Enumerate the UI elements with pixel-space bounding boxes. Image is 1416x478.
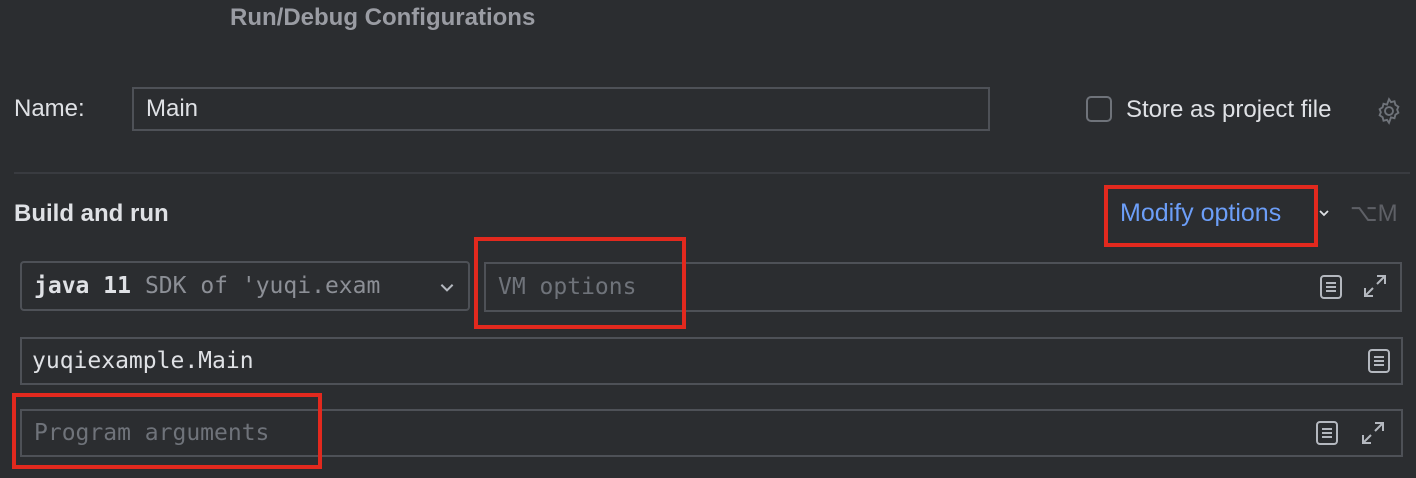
sdk-description: SDK of 'yuqi.exam	[144, 273, 381, 299]
run-debug-configurations-panel: Run/Debug Configurations Name: Store as …	[0, 0, 1416, 478]
document-icon[interactable]	[1314, 419, 1340, 447]
store-as-project-file-label[interactable]: Store as project file	[1126, 96, 1331, 124]
main-class-input[interactable]	[22, 339, 1342, 383]
document-icon[interactable]	[1366, 347, 1392, 375]
program-arguments-input[interactable]	[22, 411, 1292, 455]
modify-options-shortcut: ⌥M	[1350, 200, 1398, 227]
expand-icon[interactable]	[1358, 418, 1388, 448]
chevron-down-icon[interactable]	[1316, 205, 1332, 221]
modify-options-link[interactable]: Modify options	[1120, 199, 1281, 228]
gear-icon[interactable]	[1374, 96, 1404, 126]
name-field[interactable]	[132, 87, 990, 131]
sdk-select[interactable]: java 11 SDK of 'yuqi.exam	[20, 261, 470, 311]
chevron-down-icon	[440, 284, 454, 292]
vm-options-field	[484, 262, 1402, 312]
name-label: Name:	[14, 95, 85, 122]
document-icon[interactable]	[1318, 273, 1344, 301]
build-and-run-heading: Build and run	[14, 200, 169, 227]
store-as-project-file-checkbox[interactable]	[1086, 96, 1112, 122]
main-class-field	[20, 337, 1403, 385]
sdk-version: java 11	[34, 273, 131, 299]
separator	[14, 172, 1410, 174]
dialog-title: Run/Debug Configurations	[230, 4, 536, 31]
expand-icon[interactable]	[1360, 271, 1390, 301]
program-arguments-field	[20, 409, 1403, 457]
vm-options-input[interactable]	[486, 264, 1306, 310]
